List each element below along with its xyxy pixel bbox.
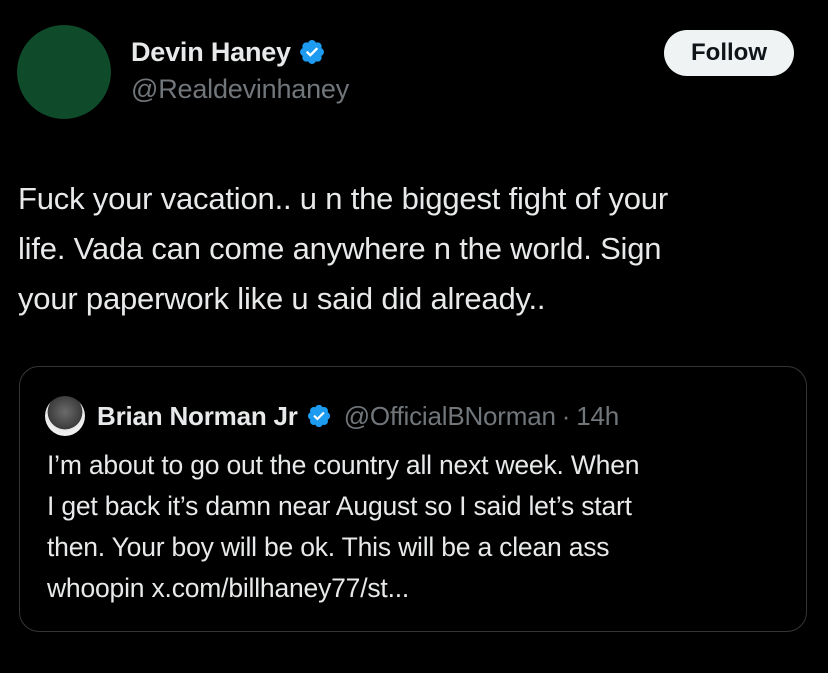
quoted-author-avatar[interactable]: [45, 396, 85, 436]
author-display-name[interactable]: Devin Haney: [131, 37, 291, 68]
author-avatar[interactable]: [17, 25, 111, 119]
tweet-text: Fuck your vacation.. u n the biggest fig…: [18, 181, 668, 316]
author-name-row: Devin Haney: [131, 34, 349, 70]
quoted-tweet-text: I’m about to go out the country all next…: [47, 450, 640, 603]
quoted-author-display-name[interactable]: Brian Norman Jr: [97, 401, 298, 432]
verified-badge-icon: [299, 40, 324, 64]
author-info: Devin Haney @Realdevinhaney: [131, 34, 349, 105]
quoted-author-handle[interactable]: @OfficialBNorman: [344, 401, 556, 432]
quoted-tweet[interactable]: Brian Norman Jr @OfficialBNorman · 14h I…: [19, 366, 807, 632]
author-handle[interactable]: @Realdevinhaney: [131, 74, 349, 105]
quoted-tweet-timestamp[interactable]: 14h: [576, 401, 619, 432]
quoted-tweet-header: Brian Norman Jr @OfficialBNorman · 14h: [45, 396, 619, 436]
separator-dot: ·: [561, 400, 571, 431]
verified-badge-icon: [307, 404, 330, 428]
tweet-card: Devin Haney @Realdevinhaney Follow Fuck …: [0, 0, 828, 673]
follow-button[interactable]: Follow: [664, 30, 794, 76]
